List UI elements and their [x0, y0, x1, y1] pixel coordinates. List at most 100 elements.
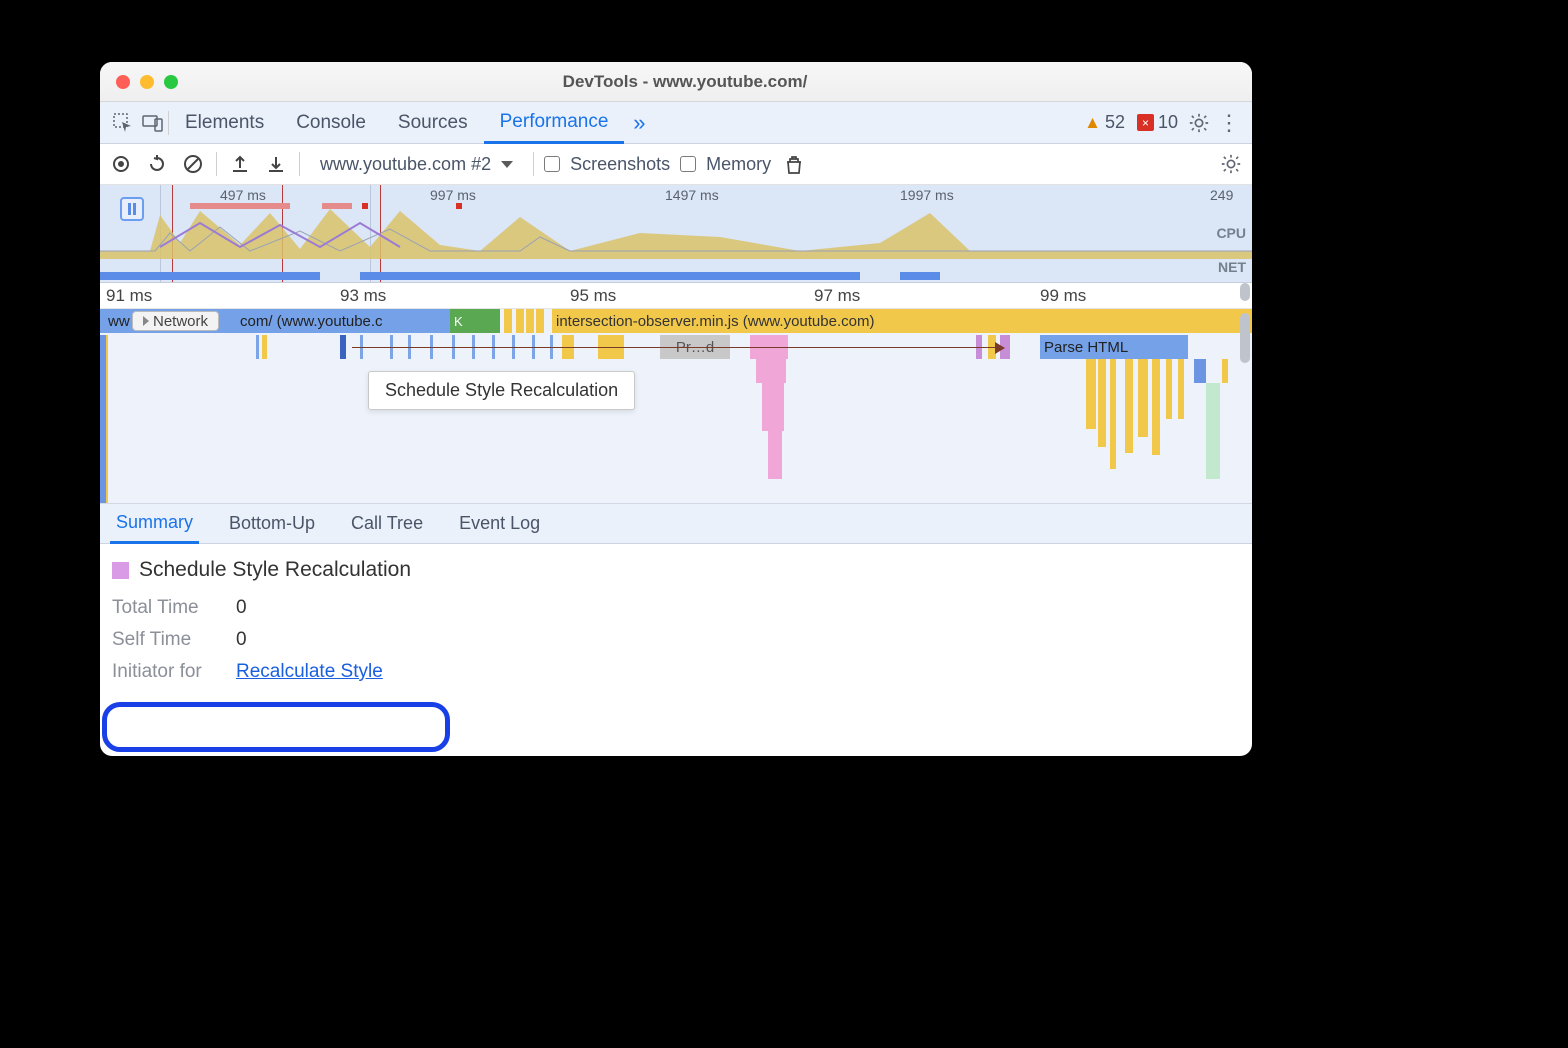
overview-tick: 1997 ms [900, 187, 954, 203]
more-tabs-icon[interactable]: » [624, 108, 654, 138]
memory-checkbox[interactable] [680, 156, 696, 172]
download-icon[interactable] [263, 151, 289, 177]
overview-tick: 497 ms [220, 187, 266, 203]
detail-tick: 99 ms [1040, 286, 1086, 306]
net-label: NET [1218, 259, 1246, 275]
maximize-window-button[interactable] [164, 75, 178, 89]
network-expand-badge[interactable]: Network [132, 311, 219, 331]
chevron-down-icon [501, 161, 513, 168]
recording-select[interactable]: www.youtube.com #2 [310, 154, 523, 175]
flame-tick[interactable] [340, 335, 346, 359]
flamegraph[interactable]: ww com/ (www.youtube.c Network K interse… [100, 309, 1252, 504]
initiator-for-label: Initiator for [112, 661, 220, 683]
overview-tick: 1497 ms [665, 187, 719, 203]
collect-garbage-icon[interactable] [781, 151, 807, 177]
settings-gear-icon[interactable] [1184, 108, 1214, 138]
flame-segment[interactable] [100, 335, 106, 504]
close-window-button[interactable] [116, 75, 130, 89]
total-time-row: Total Time 0 [112, 592, 1240, 624]
detail-ruler[interactable]: 91 ms 93 ms 95 ms 97 ms 99 ms [100, 283, 1252, 309]
window-title: DevTools - www.youtube.com/ [178, 72, 1252, 92]
flame-segment[interactable] [1194, 359, 1206, 383]
flame-segment[interactable]: K [450, 309, 468, 333]
device-toolbar-icon[interactable] [138, 108, 168, 138]
flame-segment[interactable] [1086, 359, 1096, 429]
summary-panel: Schedule Style Recalculation Total Time … [100, 544, 1252, 702]
flame-tick[interactable] [262, 335, 267, 359]
tab-event-log[interactable]: Event Log [453, 504, 546, 544]
kebab-menu-icon[interactable]: ⋮ [1214, 108, 1244, 138]
expand-triangle-icon [143, 316, 149, 326]
minimize-window-button[interactable] [140, 75, 154, 89]
scrollbar-thumb[interactable] [1240, 283, 1250, 301]
error-count: 10 [1158, 112, 1178, 133]
flame-segment[interactable] [1152, 359, 1160, 455]
error-icon: × [1137, 114, 1154, 131]
flame-segment[interactable] [1222, 359, 1228, 383]
flame-segment[interactable] [762, 383, 784, 407]
screenshots-label: Screenshots [570, 154, 670, 175]
details-tab-bar: Summary Bottom-Up Call Tree Event Log [100, 504, 1252, 544]
flame-segment[interactable] [516, 309, 524, 333]
flame-segment[interactable] [504, 309, 512, 333]
reload-icon[interactable] [144, 151, 170, 177]
tab-call-tree[interactable]: Call Tree [345, 504, 429, 544]
cpu-graph [100, 203, 1252, 259]
flame-segment[interactable] [536, 309, 544, 333]
flame-segment[interactable] [484, 309, 492, 333]
flame-segment[interactable] [1178, 359, 1184, 419]
scrollbar-thumb[interactable] [1240, 313, 1250, 363]
recording-select-label: www.youtube.com #2 [320, 154, 491, 175]
summary-title: Schedule Style Recalculation [139, 558, 411, 582]
overview-tick: 249 [1210, 187, 1233, 203]
tab-sources[interactable]: Sources [382, 102, 484, 144]
performance-toolbar: www.youtube.com #2 Screenshots Memory [100, 144, 1252, 185]
flame-segment[interactable] [1125, 359, 1133, 453]
flame-segment[interactable] [1138, 359, 1148, 437]
flame-tick[interactable] [256, 335, 259, 359]
flame-segment[interactable] [1110, 359, 1116, 469]
flame-segment[interactable] [762, 407, 784, 431]
screenshots-checkbox[interactable] [544, 156, 560, 172]
flame-tooltip: Schedule Style Recalculation [368, 371, 635, 410]
separator [299, 152, 300, 176]
flame-segment[interactable] [526, 309, 534, 333]
tab-console[interactable]: Console [280, 102, 382, 144]
overview-tick: 997 ms [430, 187, 476, 203]
main-tab-bar: Elements Console Sources Performance » ▲… [100, 102, 1252, 144]
record-icon[interactable] [108, 151, 134, 177]
upload-icon[interactable] [227, 151, 253, 177]
event-color-swatch [112, 562, 129, 579]
self-time-row: Self Time 0 [112, 624, 1240, 656]
flame-parse-html[interactable]: Parse HTML [1040, 335, 1188, 359]
flame-segment[interactable]: intersection-observer.min.js (www.youtub… [552, 309, 1252, 333]
flame-segment[interactable] [476, 309, 484, 333]
initiator-for-link[interactable]: Recalculate Style [236, 661, 383, 683]
separator [533, 152, 534, 176]
flame-segment[interactable] [756, 359, 786, 383]
tab-elements[interactable]: Elements [169, 102, 280, 144]
tab-summary[interactable]: Summary [110, 504, 199, 544]
cpu-label: CPU [1216, 225, 1246, 241]
initiator-arrow [352, 347, 1000, 348]
flame-segment[interactable] [1098, 359, 1106, 447]
flame-segment[interactable] [768, 431, 782, 479]
warning-count: 52 [1105, 112, 1125, 133]
errors-badge[interactable]: × 10 [1137, 112, 1178, 133]
detail-tick: 95 ms [570, 286, 616, 306]
flame-segment[interactable] [492, 309, 500, 333]
flame-segment[interactable] [468, 309, 476, 333]
tab-bottom-up[interactable]: Bottom-Up [223, 504, 321, 544]
clear-icon[interactable] [180, 151, 206, 177]
capture-settings-gear-icon[interactable] [1218, 151, 1244, 177]
arrow-head-icon [995, 342, 1005, 354]
warnings-badge[interactable]: ▲ 52 [1084, 112, 1125, 133]
timeline-overview[interactable]: 497 ms 997 ms 1497 ms 1997 ms 249 CPU [100, 185, 1252, 283]
tab-performance[interactable]: Performance [484, 102, 625, 144]
detail-tick: 93 ms [340, 286, 386, 306]
flame-segment[interactable] [1166, 359, 1172, 419]
detail-tick: 91 ms [106, 286, 152, 306]
total-time-value: 0 [236, 597, 247, 619]
inspect-element-icon[interactable] [108, 108, 138, 138]
flame-segment[interactable] [1206, 383, 1220, 479]
